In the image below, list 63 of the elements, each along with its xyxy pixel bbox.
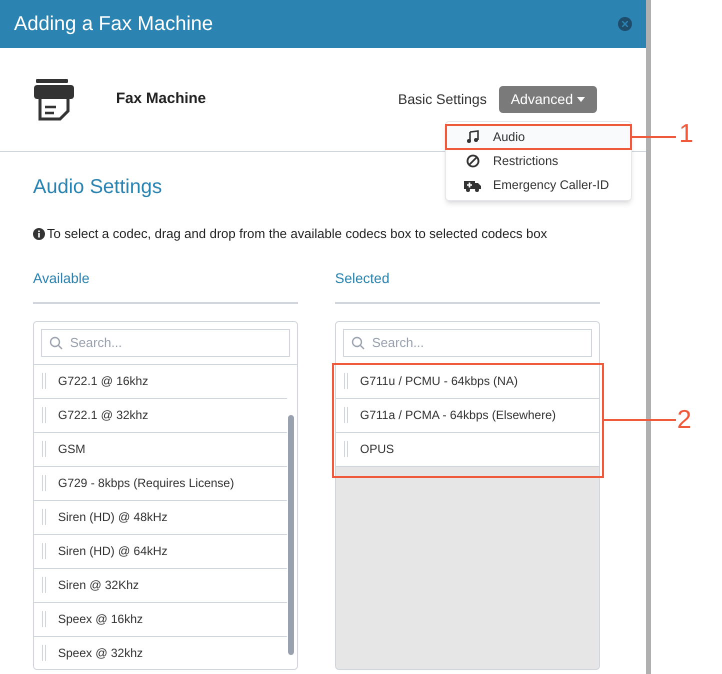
codec-label: Speex @ 32khz xyxy=(58,645,143,662)
drag-handle-icon xyxy=(42,611,46,627)
ban-icon xyxy=(466,154,480,168)
drag-handle-icon xyxy=(42,645,46,661)
codec-label: Siren (HD) @ 48kHz xyxy=(58,509,168,526)
drag-handle-icon xyxy=(344,373,348,389)
codec-label: Siren (HD) @ 64kHz xyxy=(58,543,168,560)
drag-handle-icon xyxy=(42,441,46,457)
menu-item[interactable]: Restrictions xyxy=(446,149,631,173)
codec-item[interactable]: G722.1 @ 32khz xyxy=(34,398,287,432)
callout-line xyxy=(632,136,676,138)
basic-settings-link[interactable]: Basic Settings xyxy=(398,89,487,110)
codec-label: G729 - 8kbps (Requires License) xyxy=(58,475,234,492)
codec-item[interactable]: G722.1 @ 16khz xyxy=(34,364,287,398)
codec-item[interactable]: OPUS xyxy=(336,432,599,466)
drag-handle-icon xyxy=(42,407,46,423)
codec-item[interactable]: Speex @ 32khz xyxy=(34,636,287,668)
close-icon[interactable] xyxy=(618,17,632,31)
drag-handle-icon xyxy=(42,543,46,559)
codec-item[interactable]: G711u / PCMU - 64kbps (NA) xyxy=(336,364,599,398)
drag-handle-icon xyxy=(344,407,348,423)
codec-item[interactable]: Siren (HD) @ 48kHz xyxy=(34,500,287,534)
menu-item[interactable]: Emergency Caller-ID xyxy=(446,173,631,197)
advanced-dropdown-button[interactable]: Advanced xyxy=(498,86,597,113)
callout-line xyxy=(604,419,676,421)
instruction-text: To select a codec, drag and drop from the available codecs box to selected codecs box xyxy=(47,225,548,243)
column-heading: Available xyxy=(33,268,91,288)
drag-handle-icon xyxy=(42,577,46,593)
callout-number: 2 xyxy=(677,406,692,432)
codec-label: G711u / PCMU - 64kbps (NA) xyxy=(360,373,518,390)
drag-handle-icon xyxy=(42,509,46,525)
info-icon xyxy=(33,228,45,240)
codec-label: OPUS xyxy=(360,441,394,458)
menu-item[interactable]: Audio xyxy=(446,125,631,149)
ambulance-icon xyxy=(464,178,481,192)
codec-item[interactable]: Siren @ 32Khz xyxy=(34,568,287,602)
search-icon xyxy=(49,336,63,350)
codec-item[interactable]: GSM xyxy=(34,432,287,466)
codec-label: G722.1 @ 32khz xyxy=(58,407,148,424)
codec-item[interactable]: G729 - 8kbps (Requires License) xyxy=(34,466,287,500)
callout-number: 1 xyxy=(679,120,694,146)
drag-handle-icon xyxy=(42,373,46,389)
column-heading: Selected xyxy=(335,268,390,288)
section-title: Audio Settings xyxy=(33,175,162,200)
drag-handle-icon xyxy=(42,475,46,491)
codec-label: G711a / PCMA - 64kbps (Elsewhere) xyxy=(360,407,556,424)
codec-item[interactable]: G711a / PCMA - 64kbps (Elsewhere) xyxy=(336,398,599,432)
search-field[interactable]: Search... xyxy=(41,328,290,356)
caret-icon xyxy=(577,97,585,102)
music-note-icon xyxy=(466,130,480,144)
window-title: Adding a Fax Machine xyxy=(14,12,214,37)
codec-label: GSM xyxy=(58,441,86,458)
codec-label: G722.1 @ 16khz xyxy=(58,373,148,390)
fax-machine-icon xyxy=(34,78,74,120)
device-name: Fax Machine xyxy=(116,89,206,110)
search-field[interactable]: Search... xyxy=(343,328,592,356)
codec-label: Siren @ 32Khz xyxy=(58,577,139,594)
codec-item[interactable]: Speex @ 16khz xyxy=(34,602,287,636)
search-icon xyxy=(351,336,365,350)
codec-item[interactable]: Siren (HD) @ 64kHz xyxy=(34,534,287,568)
codec-label: Speex @ 16khz xyxy=(58,611,143,628)
drag-handle-icon xyxy=(344,441,348,457)
scrollbar[interactable] xyxy=(288,414,294,654)
